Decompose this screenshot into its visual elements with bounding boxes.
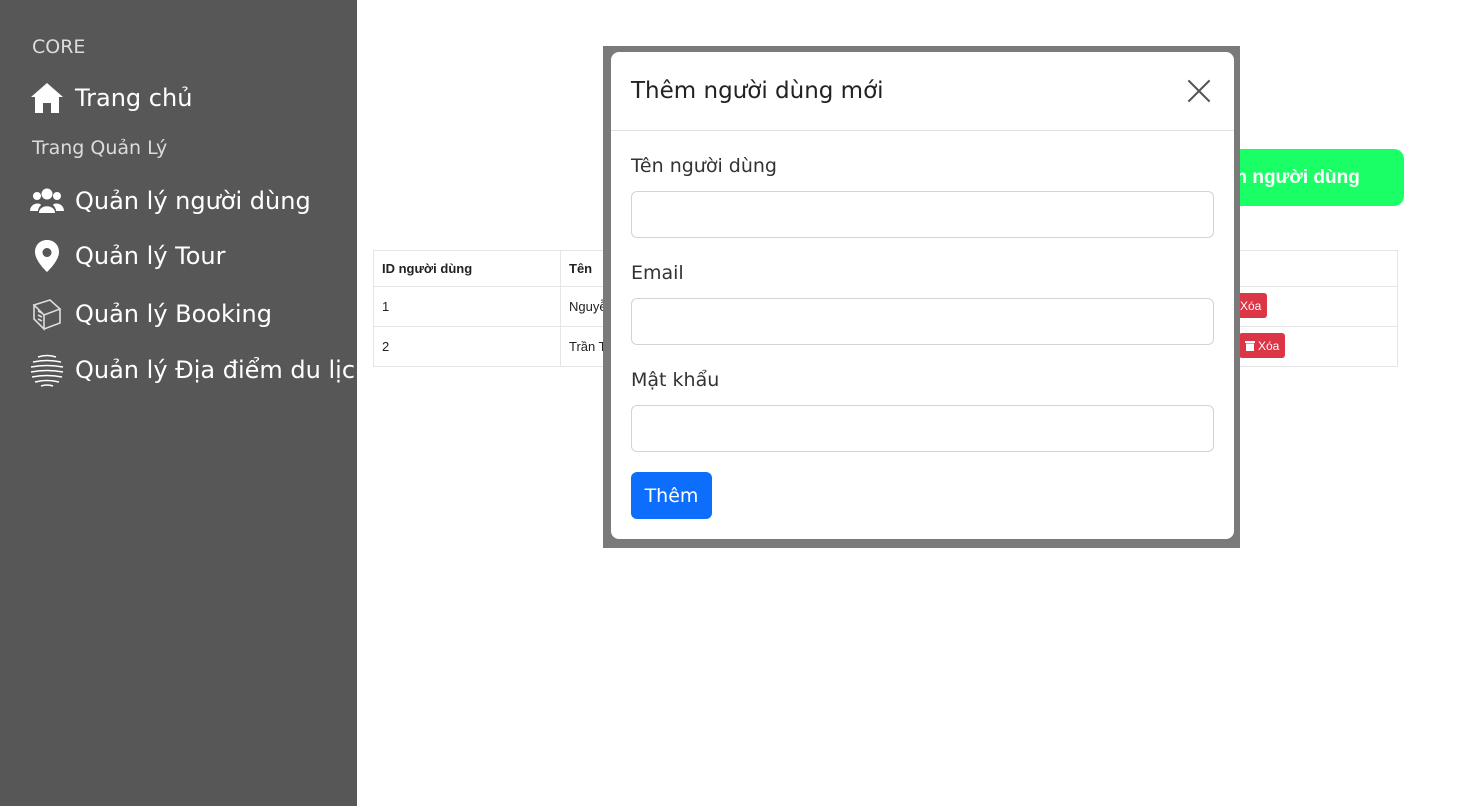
home-icon bbox=[28, 79, 66, 117]
modal-header: Thêm người dùng mới bbox=[611, 52, 1234, 131]
users-icon bbox=[28, 182, 66, 220]
sidebar-item-home[interactable]: Trang chủ bbox=[28, 79, 192, 117]
sidebar-item-destinations[interactable]: Quản lý Địa điểm du lịch bbox=[28, 351, 370, 389]
sidebar-item-tours[interactable]: Quản lý Tour bbox=[28, 237, 226, 275]
name-label: Tên người dùng bbox=[631, 155, 777, 177]
add-user-modal: Thêm người dùng mới Tên người dùng Email… bbox=[611, 52, 1234, 539]
map-pin-icon bbox=[28, 237, 66, 275]
sidebar-item-label: Quản lý Địa điểm du lịch bbox=[75, 356, 371, 384]
globe-icon bbox=[28, 351, 66, 389]
delete-button[interactable]: Xóa bbox=[1239, 333, 1286, 358]
password-label: Mật khẩu bbox=[631, 369, 720, 391]
close-icon[interactable] bbox=[1184, 76, 1214, 106]
cell-id: 1 bbox=[373, 286, 561, 327]
sidebar-item-label: Trang chủ bbox=[75, 84, 193, 112]
cell-id: 2 bbox=[373, 326, 561, 367]
sidebar-section-admin: Trang Quản Lý bbox=[32, 137, 168, 159]
email-input[interactable] bbox=[631, 298, 1214, 345]
sidebar-item-label: Quản lý Booking bbox=[75, 300, 272, 328]
delete-label: Xóa bbox=[1240, 298, 1262, 313]
sidebar-section-core: CORE bbox=[32, 36, 86, 58]
modal-title: Thêm người dùng mới bbox=[631, 78, 884, 104]
column-header-id: ID người dùng bbox=[373, 250, 561, 287]
add-submit-button[interactable]: Thêm bbox=[631, 472, 712, 519]
delete-label: Xóa bbox=[1258, 338, 1280, 353]
sidebar: CORE Trang chủ Trang Quản Lý Quản lý ngư… bbox=[0, 0, 370, 806]
password-input[interactable] bbox=[631, 405, 1214, 452]
sidebar-item-label: Quản lý Tour bbox=[75, 242, 226, 270]
sidebar-item-users[interactable]: Quản lý người dùng bbox=[28, 182, 311, 220]
email-label: Email bbox=[631, 262, 684, 284]
book-icon bbox=[28, 295, 66, 333]
sidebar-item-bookings[interactable]: Quản lý Booking bbox=[28, 295, 272, 333]
name-input[interactable] bbox=[631, 191, 1214, 238]
sidebar-item-label: Quản lý người dùng bbox=[75, 187, 311, 215]
trash-icon bbox=[1245, 340, 1255, 351]
